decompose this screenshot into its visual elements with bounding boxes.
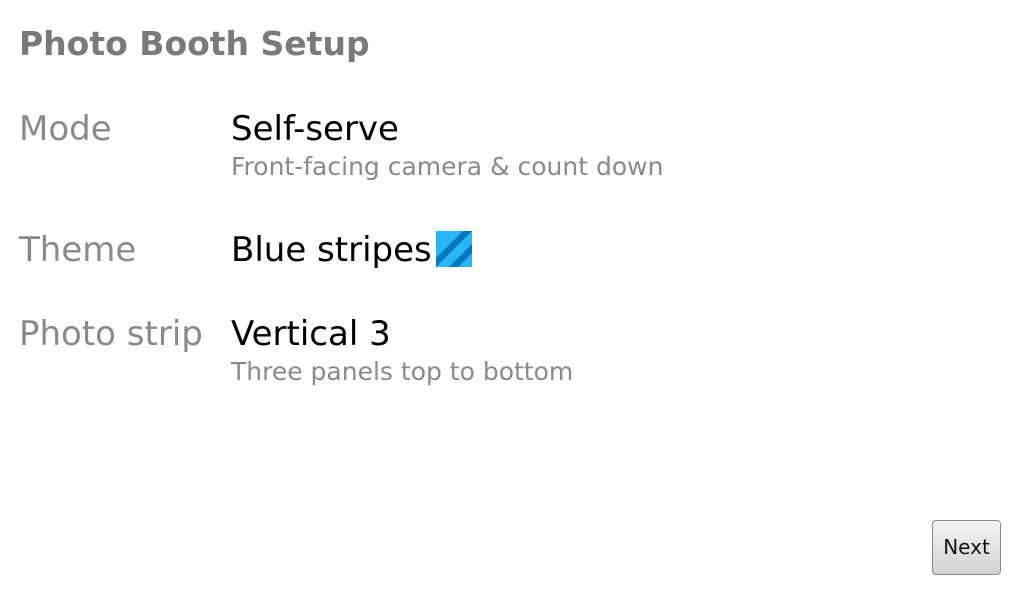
- page-title: Photo Booth Setup: [19, 24, 370, 63]
- photo-booth-setup-screen: Photo Booth Setup Mode Self-serve Front-…: [0, 0, 1024, 600]
- setting-description-mode: Front-facing camera & count down: [231, 152, 664, 181]
- setting-label-photo-strip: Photo strip: [19, 314, 203, 354]
- setting-description-photo-strip: Three panels top to bottom: [231, 357, 574, 386]
- blue-stripes-swatch-icon: [436, 231, 472, 267]
- next-button[interactable]: Next: [932, 520, 1001, 575]
- setting-value-theme[interactable]: Blue stripes: [231, 230, 432, 270]
- setting-label-mode: Mode: [19, 109, 112, 149]
- setting-label-theme: Theme: [19, 230, 137, 270]
- setting-value-mode[interactable]: Self-serve: [231, 109, 399, 149]
- setting-value-photo-strip[interactable]: Vertical 3: [231, 314, 391, 354]
